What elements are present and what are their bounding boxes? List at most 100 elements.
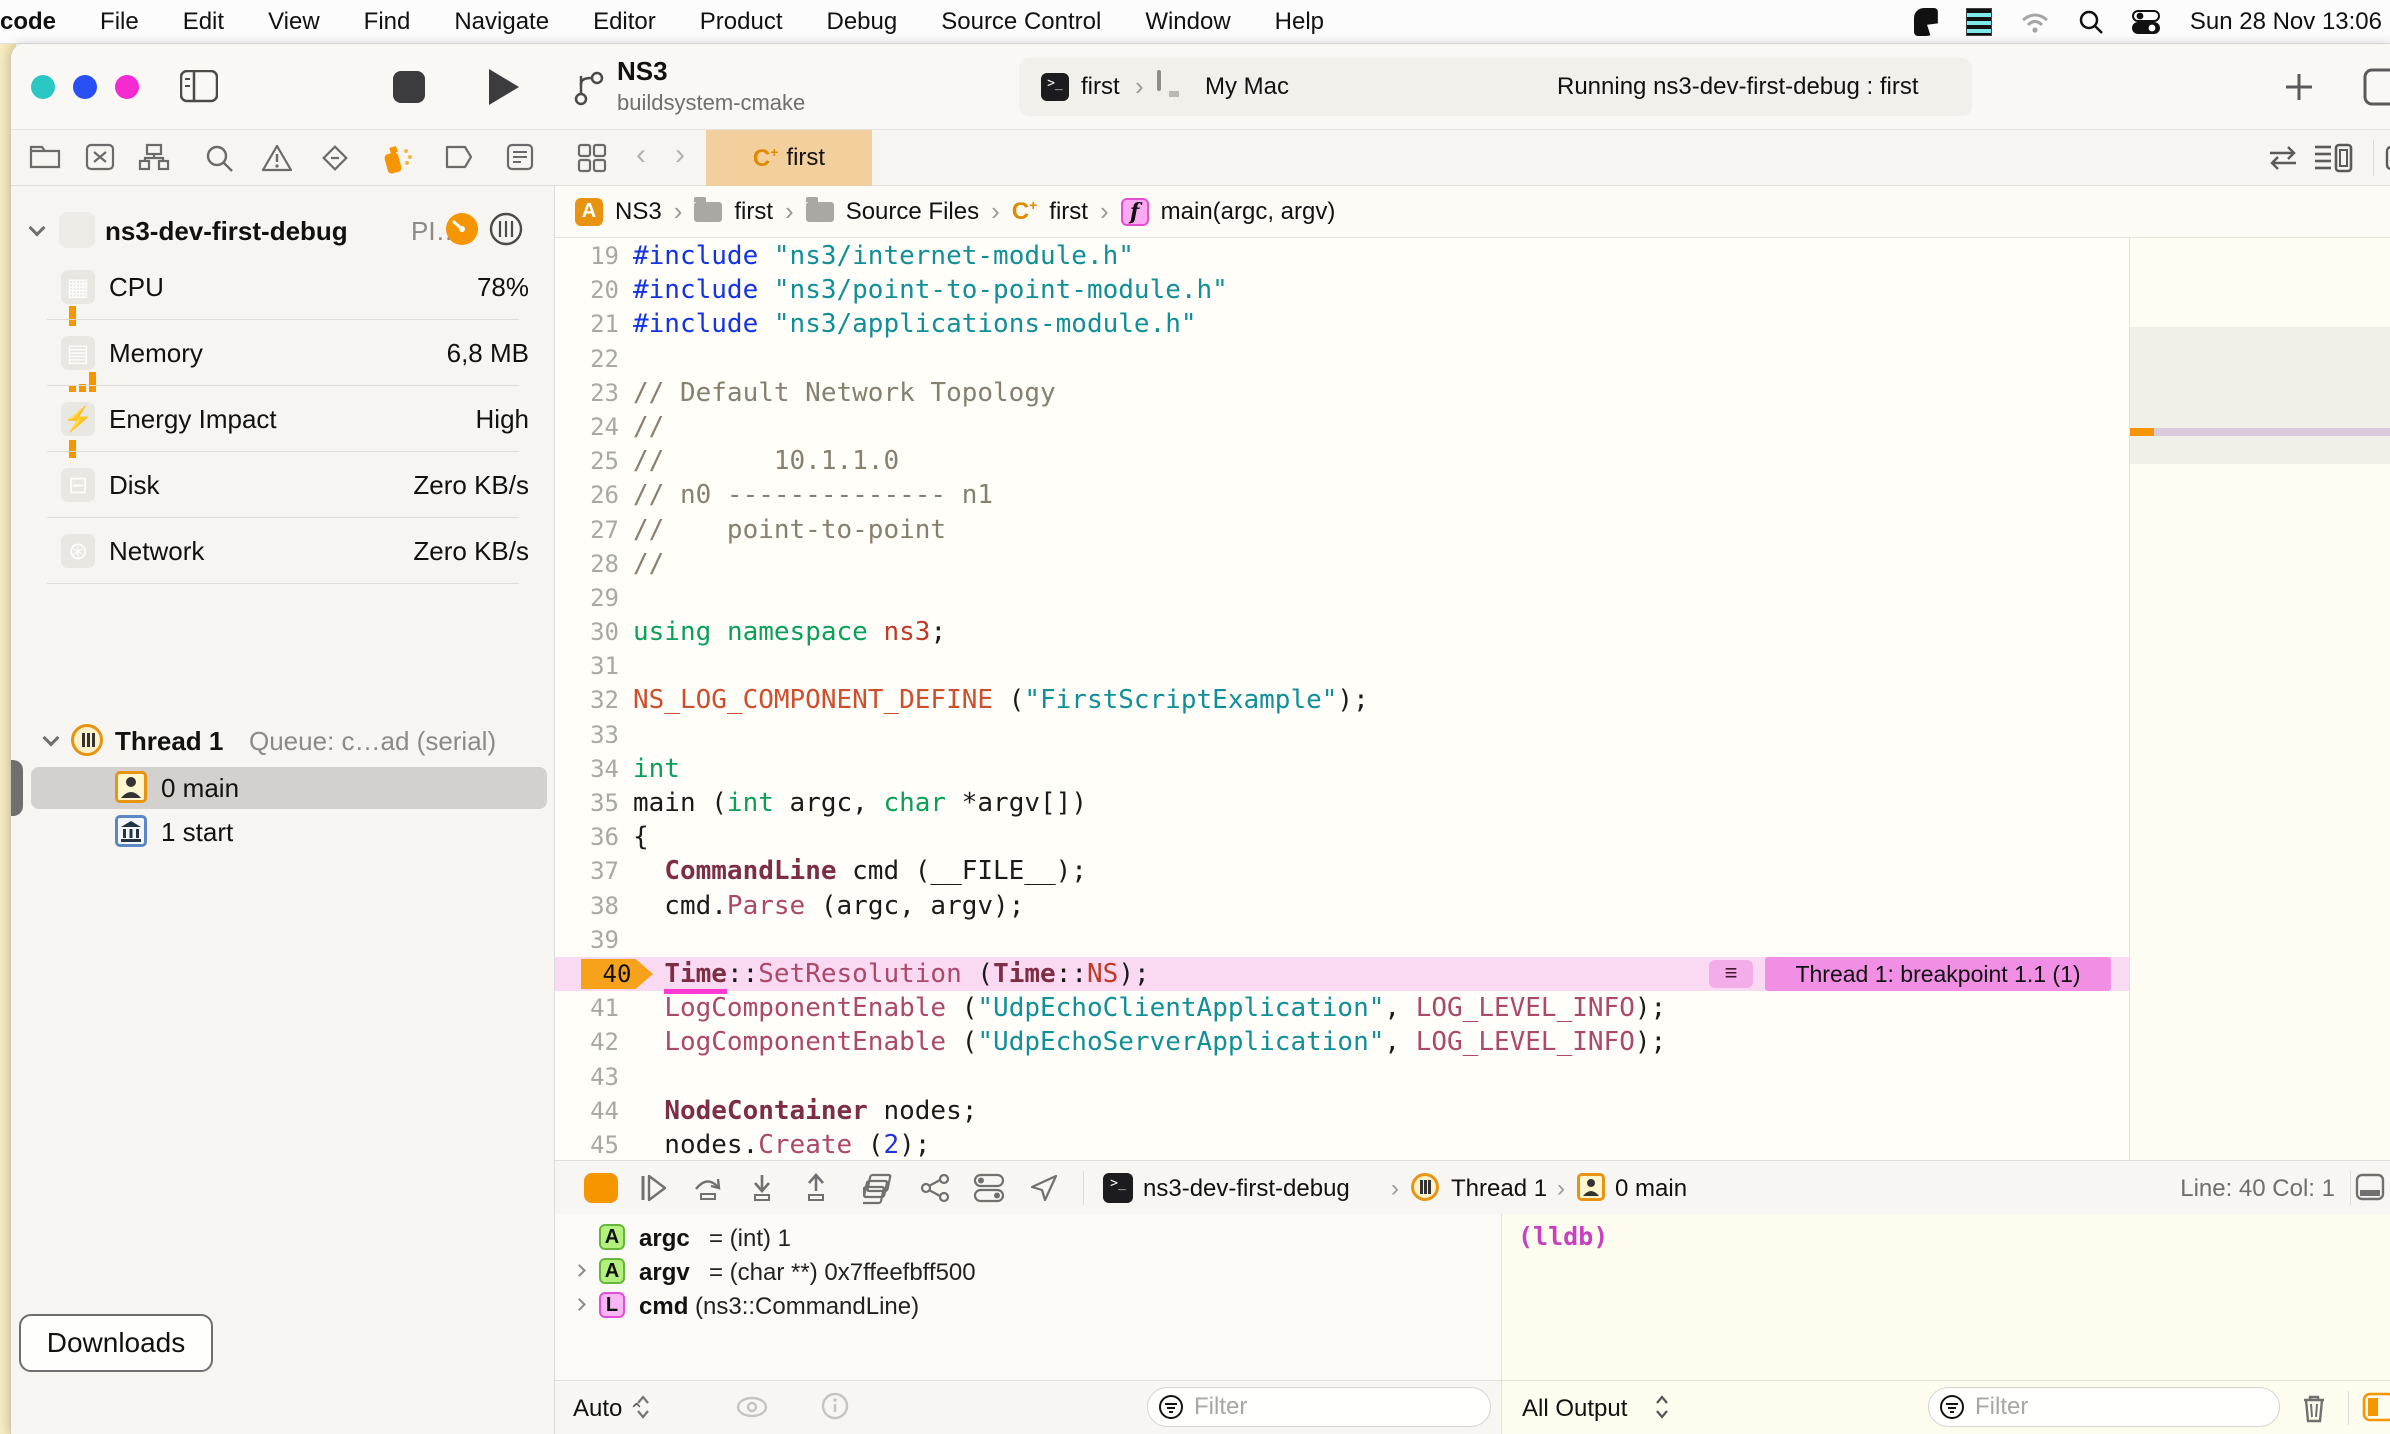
line-number[interactable]: 31: [555, 649, 633, 683]
menu-clock[interactable]: Sun 28 Nov 13:06: [2190, 8, 2382, 36]
downloads-button[interactable]: Downloads: [19, 1314, 213, 1372]
line-number[interactable]: 44: [555, 1094, 633, 1128]
environment-overrides-button[interactable]: [973, 1173, 1005, 1203]
console-output-popup[interactable]: All Output: [1522, 1395, 1627, 1423]
thread-row[interactable]: Thread 1 Queue: c…ad (serial): [11, 720, 555, 764]
line-number[interactable]: 32: [555, 683, 633, 717]
line-number[interactable]: 19: [555, 239, 633, 273]
jumpbar-folder2[interactable]: Source Files: [846, 198, 979, 226]
view-hierarchy-button[interactable]: [863, 1173, 897, 1205]
debug-navigator-icon-selected[interactable]: [380, 143, 414, 175]
line-number[interactable]: 20: [555, 273, 633, 307]
gauge-row-network[interactable]: ⊛ Network Zero KB/s: [11, 518, 555, 584]
trash-icon[interactable]: [2300, 1392, 2328, 1424]
line-number[interactable]: 28: [555, 547, 633, 581]
report-navigator-icon[interactable]: [506, 143, 534, 171]
disclosure-chevron-icon[interactable]: [573, 1298, 586, 1311]
line-number[interactable]: 24: [555, 410, 633, 444]
menu-item-product[interactable]: Product: [700, 8, 783, 36]
menu-item-help[interactable]: Help: [1275, 8, 1324, 36]
line-number[interactable]: 33: [555, 718, 633, 752]
console-filter-field[interactable]: Filter: [1928, 1387, 2280, 1427]
editor-layout-icon[interactable]: [2363, 68, 2390, 106]
menu-item-view[interactable]: View: [268, 8, 320, 36]
jumpbar-file[interactable]: first: [1049, 198, 1088, 226]
continue-button[interactable]: [639, 1173, 669, 1203]
source-control-navigator-icon[interactable]: [85, 143, 115, 171]
menu-item-window[interactable]: Window: [1145, 8, 1230, 36]
line-number[interactable]: 26: [555, 478, 633, 512]
gauge-row-energy-impact[interactable]: ⚡ Energy Impact High: [11, 386, 555, 458]
line-number[interactable]: 35: [555, 786, 633, 820]
jumpbar-folder1[interactable]: first: [734, 198, 773, 226]
scheme-status-pill[interactable]: >_ first › My Mac Running ns3-dev-first-…: [1019, 58, 1972, 116]
minimap-pane[interactable]: [2129, 238, 2390, 1160]
toggle-sidebar-icon[interactable]: [180, 70, 218, 104]
variables-scope-popup[interactable]: Auto ⌃: [573, 1395, 644, 1423]
adjust-editor-icon[interactable]: [2313, 143, 2353, 173]
menu-item-debug[interactable]: Debug: [827, 8, 898, 36]
crumb-process[interactable]: ns3-dev-first-debug: [1143, 1175, 1350, 1203]
step-into-button[interactable]: [747, 1173, 777, 1203]
variable-row-cmd[interactable]: L cmd (ns3::CommandLine): [555, 1290, 1495, 1324]
menu-item-editor[interactable]: Editor: [593, 8, 656, 36]
line-number[interactable]: 30: [555, 615, 633, 649]
wifi-icon[interactable]: [2020, 10, 2050, 34]
source-editor[interactable]: 19 #include "ns3/internet-module.h" 20 #inc…: [555, 238, 2390, 1160]
related-items-swap-icon[interactable]: [2266, 145, 2300, 171]
breakpoint-actions-button[interactable]: ≡: [1709, 959, 1753, 988]
menu-item-find[interactable]: Find: [364, 8, 411, 36]
stack-frame-row[interactable]: 0 main: [11, 760, 555, 816]
crumb-thread[interactable]: Thread 1: [1451, 1175, 1547, 1203]
traffic-light-close[interactable]: [31, 75, 55, 99]
line-number[interactable]: 41: [555, 991, 633, 1025]
show-variables-pane-button[interactable]: [2362, 1392, 2390, 1422]
thread-stopped-tag[interactable]: Thread 1: breakpoint 1.1 (1): [1765, 956, 2111, 992]
destination-name[interactable]: My Mac: [1205, 73, 1289, 101]
project-navigator-icon[interactable]: [29, 143, 61, 171]
line-number[interactable]: 23: [555, 376, 633, 410]
gauge-icon[interactable]: [445, 212, 479, 246]
line-number[interactable]: 38: [555, 889, 633, 923]
stop-button[interactable]: [393, 71, 425, 103]
line-number[interactable]: 45: [555, 1128, 633, 1160]
drag-handle[interactable]: [11, 760, 23, 816]
step-out-button[interactable]: [801, 1173, 831, 1203]
disclosure-chevron-icon[interactable]: [573, 1264, 586, 1277]
stack-frame-row[interactable]: 1 start: [11, 810, 555, 854]
test-navigator-icon[interactable]: [320, 143, 350, 173]
crumb-frame[interactable]: 0 main: [1615, 1175, 1687, 1203]
notch-app-icon[interactable]: [1913, 8, 1938, 36]
add-editor-plus-icon[interactable]: [2284, 72, 2314, 102]
debug-area-toggle-icon[interactable]: [2355, 1173, 2385, 1201]
line-number[interactable]: 43: [555, 1060, 633, 1094]
disclosure-chevron-icon[interactable]: [42, 729, 60, 747]
menu-item-file[interactable]: File: [100, 8, 139, 36]
back-button[interactable]: ‹: [636, 138, 646, 172]
line-number[interactable]: 39: [555, 923, 633, 957]
breakpoints-toggle-button[interactable]: [584, 1173, 618, 1203]
menu-app-xcode[interactable]: Xcode: [0, 8, 56, 36]
line-number[interactable]: 27: [555, 513, 633, 547]
console-view[interactable]: (lldb): [1501, 1214, 2390, 1380]
scheme-name[interactable]: first: [1081, 73, 1120, 101]
gauge-row-cpu[interactable]: ▦ CPU 78%: [11, 254, 555, 326]
process-row[interactable]: ns3-dev-first-debug PI…: [11, 210, 555, 254]
line-number[interactable]: 22: [555, 342, 633, 376]
spotlight-icon[interactable]: [2078, 9, 2104, 35]
variable-row-argc[interactable]: A argc = (int) 1: [555, 1222, 1495, 1256]
line-number[interactable]: 34: [555, 752, 633, 786]
find-navigator-icon[interactable]: [204, 143, 234, 173]
watch-eye-icon[interactable]: [735, 1394, 769, 1420]
line-number[interactable]: 29: [555, 581, 633, 615]
memory-graph-button[interactable]: [919, 1173, 951, 1203]
menu-item-source-control[interactable]: Source Control: [941, 8, 1101, 36]
jumpbar-project[interactable]: NS3: [615, 198, 662, 226]
disclosure-chevron-icon[interactable]: [28, 219, 46, 237]
tab-first[interactable]: C+ first: [706, 130, 872, 186]
add-split-icon[interactable]: [2385, 145, 2390, 171]
traffic-light-zoom[interactable]: [115, 75, 139, 99]
tab-overview-icon[interactable]: [577, 143, 607, 173]
keyboard-layout-icon[interactable]: [1965, 8, 1992, 36]
info-icon[interactable]: [821, 1392, 849, 1420]
